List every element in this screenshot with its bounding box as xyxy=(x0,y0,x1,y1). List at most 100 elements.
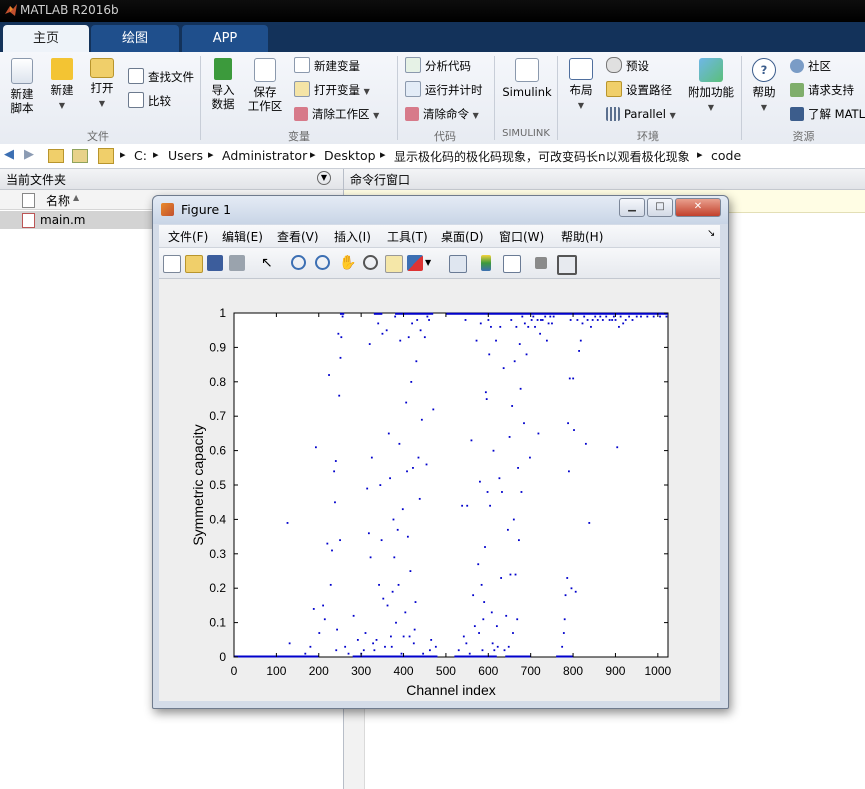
preferences-button[interactable]: 预设 xyxy=(606,57,649,75)
data-point xyxy=(338,394,341,397)
menu-view[interactable]: 查看(V) xyxy=(277,228,319,245)
dock-arrow-icon[interactable]: ↘ xyxy=(707,228,715,239)
import-data-button[interactable]: 导入 数据 xyxy=(206,58,240,111)
learn-matlab-button[interactable]: 了解 MATL xyxy=(790,105,865,123)
close-button[interactable]: ✕ xyxy=(675,198,721,217)
pan-hand-icon[interactable]: ✋ xyxy=(339,255,356,271)
zoom-in-icon[interactable] xyxy=(291,255,306,270)
clear-workspace-button[interactable]: 清除工作区 ▼ xyxy=(294,105,379,123)
data-point xyxy=(491,642,494,645)
learn-matlab-icon xyxy=(790,107,804,121)
scatter-plot: 0 100 200 300 400 500 600 700 800 900 1000 0 0.1 0.2… xyxy=(190,306,671,698)
open-file-icon[interactable] xyxy=(185,255,203,273)
data-point xyxy=(486,491,489,493)
up-folder-icon[interactable] xyxy=(48,149,64,163)
data-cursor-icon[interactable] xyxy=(385,255,403,273)
layout-button[interactable]: 布局 ▼ xyxy=(564,58,598,113)
menu-tools[interactable]: 工具(T) xyxy=(387,228,428,245)
data-point xyxy=(393,556,396,559)
breadcrumb-desktop[interactable]: Desktop xyxy=(324,148,376,163)
new-figure-icon[interactable] xyxy=(163,255,181,273)
breadcrumb-project-folder[interactable]: 显示极化码的极化码现象，可改变码长n以观看极化现象 xyxy=(394,148,690,165)
address-bar: ◀ ▶ ▸ C: ▸ Users ▸ Administrator ▸ Deskt… xyxy=(0,144,865,169)
colorbar-icon[interactable] xyxy=(481,255,491,271)
data-point xyxy=(614,319,617,321)
data-point xyxy=(334,460,337,462)
zoom-out-icon[interactable] xyxy=(315,255,330,270)
pointer-icon[interactable]: ↖ xyxy=(261,255,277,271)
hide-plot-tools-icon[interactable] xyxy=(535,257,547,269)
save-icon[interactable] xyxy=(207,255,223,271)
set-path-button[interactable]: 设置路径 xyxy=(606,81,672,99)
forward-arrow-icon[interactable]: ▶ xyxy=(24,147,34,162)
x-tick-label: 100 xyxy=(266,664,286,678)
clear-workspace-icon xyxy=(294,107,308,121)
legend-icon[interactable] xyxy=(503,255,521,273)
tab-plots[interactable]: 绘图 xyxy=(91,25,179,52)
help-button[interactable]: ? 帮助 ▼ xyxy=(748,58,780,115)
tab-apps[interactable]: APP xyxy=(182,25,268,52)
data-point xyxy=(596,319,599,321)
new-button[interactable]: 新建 ▼ xyxy=(44,58,80,113)
data-point xyxy=(576,319,579,321)
link-plot-icon[interactable] xyxy=(449,255,467,273)
menu-edit[interactable]: 编辑(E) xyxy=(222,228,263,245)
menu-window[interactable]: 窗口(W) xyxy=(499,228,544,245)
tab-home[interactable]: 主页 xyxy=(3,25,89,52)
find-files-button[interactable]: 查找文件 xyxy=(128,68,194,86)
panel-menu-icon[interactable]: ▼ xyxy=(317,171,331,185)
menu-file[interactable]: 文件(F) xyxy=(168,228,208,245)
show-plot-tools-icon[interactable] xyxy=(557,255,577,275)
data-point xyxy=(515,325,518,328)
run-and-time-button[interactable]: 运行并计时 xyxy=(405,81,483,99)
data-point xyxy=(464,319,467,321)
data-point xyxy=(490,325,492,328)
add-ons-button[interactable]: 附加功能 ▼ xyxy=(686,58,736,115)
community-button[interactable]: 社区 xyxy=(790,57,831,75)
browse-folder-icon[interactable] xyxy=(72,149,88,163)
simulink-button[interactable]: Simulink xyxy=(500,58,554,99)
minimize-button[interactable]: ▁ xyxy=(619,198,645,217)
parallel-button[interactable]: Parallel ▼ xyxy=(606,105,676,123)
brush-icon[interactable] xyxy=(407,255,423,271)
rotate-3d-icon[interactable] xyxy=(363,255,378,270)
command-window-header: 命令行窗口 xyxy=(344,169,865,190)
data-point xyxy=(521,315,524,318)
data-point xyxy=(489,504,491,507)
menu-insert[interactable]: 插入(I) xyxy=(334,228,371,245)
find-files-icon xyxy=(128,68,144,84)
menu-desktop[interactable]: 桌面(D) xyxy=(441,228,484,245)
app-title-bar: MATLAB R2016b xyxy=(0,0,865,22)
back-arrow-icon[interactable]: ◀ xyxy=(4,147,14,162)
clear-workspace-label: 清除工作区 xyxy=(312,107,370,121)
new-script-button[interactable]: 新建 脚本 xyxy=(4,58,40,115)
save-workspace-button[interactable]: 保存 工作区 xyxy=(246,58,284,113)
new-plus-icon xyxy=(51,58,73,80)
figure-title-bar[interactable]: Figure 1 ▁ □ ✕ xyxy=(153,196,728,224)
data-point xyxy=(387,432,390,435)
name-column-header[interactable]: 名称 xyxy=(46,192,70,209)
open-button[interactable]: 打开 ▼ xyxy=(84,58,120,111)
breadcrumb-administrator[interactable]: Administrator xyxy=(222,148,307,163)
sort-ascending-icon: ▲ xyxy=(73,193,80,202)
brush-dropdown-icon[interactable]: ▼ xyxy=(425,255,441,271)
data-point xyxy=(375,639,378,641)
data-point xyxy=(461,504,464,507)
compare-button[interactable]: 比较 xyxy=(128,92,171,110)
print-icon[interactable] xyxy=(229,255,245,271)
breadcrumb-code[interactable]: code xyxy=(711,148,741,163)
request-support-button[interactable]: 请求支持 xyxy=(790,81,854,99)
menu-help[interactable]: 帮助(H) xyxy=(561,228,603,245)
data-point xyxy=(601,319,604,321)
data-point xyxy=(652,315,655,318)
file-type-column-icon xyxy=(22,193,35,208)
new-variable-button[interactable]: 新建变量 xyxy=(294,57,360,75)
m-file-icon xyxy=(22,213,35,228)
clear-commands-button[interactable]: 清除命令 ▼ xyxy=(405,105,479,123)
analyze-code-button[interactable]: 分析代码 xyxy=(405,57,471,75)
maximize-button[interactable]: □ xyxy=(647,198,673,217)
open-variable-button[interactable]: 打开变量 ▼ xyxy=(294,81,370,99)
data-point xyxy=(329,583,332,586)
breadcrumb-drive[interactable]: C: xyxy=(134,148,147,163)
breadcrumb-users[interactable]: Users xyxy=(168,148,203,163)
